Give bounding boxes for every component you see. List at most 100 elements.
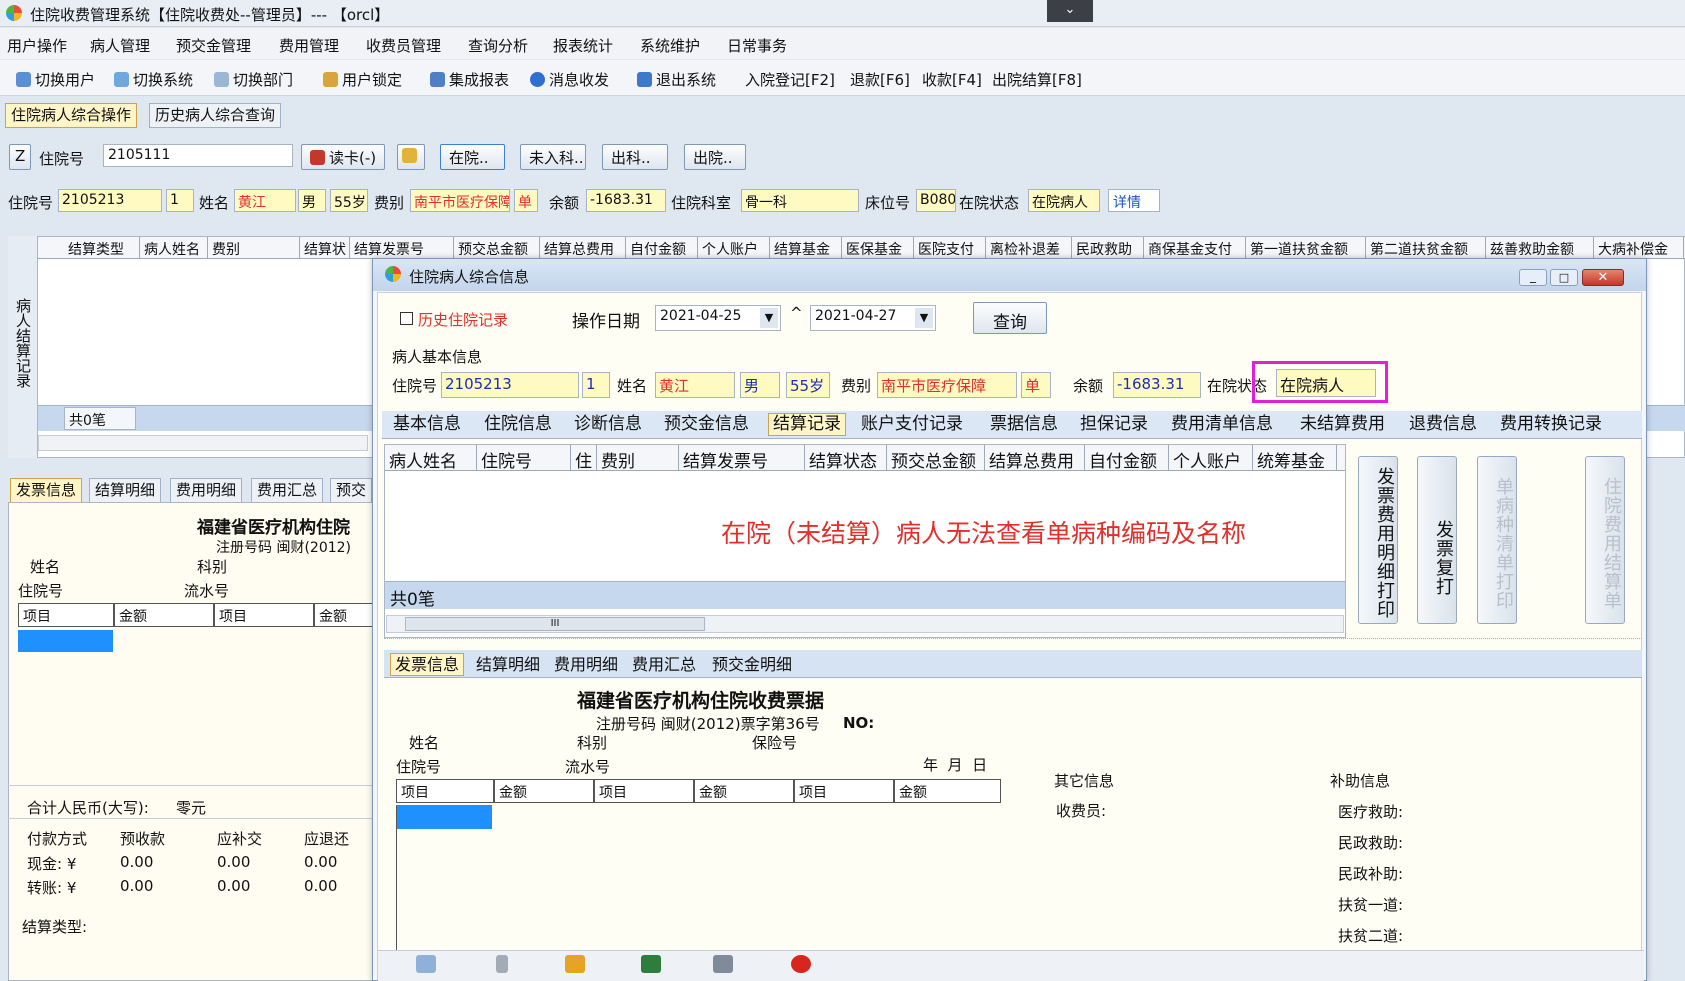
col-header[interactable]: 商保基金支付 [1144,237,1246,258]
inpatient-no-input[interactable]: 2105111 [103,144,293,167]
dlg-tab-fee-summary[interactable]: 费用汇总 [628,654,700,675]
undo-icon[interactable] [565,955,585,973]
menu-item[interactable]: 预交金管理 [176,35,251,56]
menu-item[interactable]: 收费员管理 [366,35,441,56]
tab-diagnosis[interactable]: 诊断信息 [570,414,646,435]
list-icon[interactable] [416,955,436,973]
col-header[interactable]: 结算总费用 [985,445,1085,470]
tab-receipt[interactable]: 票据信息 [986,414,1062,435]
maximize-icon[interactable]: □ [1550,269,1578,286]
history-label[interactable]: 历史住院记录 [418,309,508,330]
col-header[interactable]: 自付金额 [626,237,698,258]
tab-refund-info[interactable]: 退费信息 [1405,414,1481,435]
col-header[interactable]: 住 [571,445,597,470]
settlement-sheet-button[interactable]: 住院费用结算单 [1585,456,1625,624]
tab-fee-list[interactable]: 费用清单信息 [1167,414,1277,435]
left-selected-cell[interactable] [18,630,113,652]
col-header[interactable]: 结算类型 [38,237,140,258]
wand-button[interactable] [397,144,425,170]
dlg-tab-invoice[interactable]: 发票信息 [390,653,465,676]
dialog-hscroll[interactable]: III [386,615,1344,633]
read-card-button[interactable]: 读卡(-) [301,144,386,170]
date-to-picker[interactable]: 2021-04-27 ▼ [810,305,936,331]
tab-account-pay[interactable]: 账户支付记录 [857,414,967,435]
menu-item[interactable]: 日常事务 [727,35,787,56]
lock-user-button[interactable]: 用户锁定 [323,69,402,90]
close-icon[interactable]: ✕ [1582,269,1624,286]
admission-button[interactable]: 入院登记[F2] [745,69,835,90]
dlg-tab-settle-detail[interactable]: 结算明细 [472,654,544,675]
tab-inpatient-ops[interactable]: 住院病人综合操作 [5,103,138,128]
col-header[interactable]: 结算基金 [770,237,842,258]
exit-button[interactable]: 退出系统 [637,69,716,90]
left-tab-fee-detail[interactable]: 费用明细 [170,478,243,503]
collect-button[interactable]: 收款[F4] [922,69,982,90]
col-header[interactable]: 住院号 [477,445,571,470]
col-header[interactable]: 医院支付 [914,237,986,258]
col-header[interactable]: 第二道扶贫金额 [1366,237,1486,258]
left-tab-settle-detail[interactable]: 结算明细 [89,478,162,503]
details-link[interactable]: 详情 [1108,189,1160,212]
left-tab-fee-summary[interactable]: 费用汇总 [251,478,324,503]
tab-settlement[interactable]: 结算记录 [768,413,846,436]
print-icon[interactable] [713,955,733,973]
excel-icon[interactable] [641,955,661,973]
menu-item[interactable]: 系统维护 [640,35,700,56]
refund-button[interactable]: 退款[F6] [850,69,910,90]
col-header[interactable]: 预交总金额 [887,445,985,470]
print-invoice-fee-detail-button[interactable]: 发票费用明细打印 [1358,456,1398,624]
col-header[interactable]: 个人账户 [1169,445,1253,470]
switch-dept-button[interactable]: 切换部门 [214,69,293,90]
horizontal-scrollbar[interactable] [38,435,368,451]
chevron-down-icon[interactable]: ▼ [760,308,778,328]
tab-guarantee[interactable]: 担保记录 [1076,414,1152,435]
dlg-tab-fee-detail[interactable]: 费用明细 [550,654,622,675]
tab-basic-info[interactable]: 基本信息 [389,414,465,435]
col-header[interactable]: 大病补偿金 [1594,237,1684,258]
chevron-down-icon[interactable]: ⌄ [1047,0,1093,22]
col-header[interactable]: 结算发票号 [679,445,805,470]
hourglass-icon[interactable] [496,955,508,973]
tab-history-query[interactable]: 历史病人综合查询 [149,103,282,128]
splitter[interactable] [384,638,1642,644]
minimize-icon[interactable]: _ [1519,269,1547,286]
col-header[interactable]: 民政救助 [1072,237,1144,258]
col-header[interactable]: 费别 [208,237,300,258]
messages-button[interactable]: 消息收发 [530,69,609,90]
leave-dept-button[interactable]: 出科.. [602,144,668,170]
history-checkbox[interactable] [400,312,413,325]
dlg-tab-prepay-detail[interactable]: 预交金明细 [708,654,796,675]
switch-system-button[interactable]: 切换系统 [114,69,193,90]
menu-item[interactable]: 报表统计 [553,35,613,56]
tab-fee-convert[interactable]: 费用转换记录 [1496,414,1606,435]
col-header[interactable]: 结算状 [300,237,350,258]
menu-item[interactable]: 费用管理 [279,35,339,56]
discharge-settle-button[interactable]: 出院结算[F8] [992,69,1082,90]
tab-inpatient-info[interactable]: 住院信息 [480,414,556,435]
menu-item[interactable]: 查询分析 [468,35,528,56]
switch-user-button[interactable]: 切换用户 [16,69,95,90]
col-header[interactable]: 预交总金额 [454,237,540,258]
reports-button[interactable]: 集成报表 [430,69,509,90]
inhosp-button[interactable]: 在院.. [440,144,505,170]
discharge-button[interactable]: 出院.. [684,144,746,170]
query-button[interactable]: 查询 [973,302,1047,334]
col-header[interactable]: 自付金额 [1085,445,1169,470]
left-tab-invoice[interactable]: 发票信息 [10,478,83,503]
single-disease-print-button[interactable]: 单病种清单打印 [1477,456,1517,624]
col-header[interactable]: 病人姓名 [140,237,208,258]
scroll-thumb[interactable]: III [405,617,705,631]
not-admitted-button[interactable]: 未入科.. [520,144,586,170]
tab-prepay[interactable]: 预交金信息 [660,414,753,435]
col-header[interactable]: 离检补退差 [986,237,1072,258]
tab-unsettled[interactable]: 未结算费用 [1296,414,1389,435]
col-header[interactable]: 医保基金 [842,237,914,258]
col-header[interactable]: 个人账户 [698,237,770,258]
menu-item[interactable]: 病人管理 [90,35,150,56]
date-from-picker[interactable]: 2021-04-25 ▼ [655,305,781,331]
col-header[interactable]: 结算状态 [805,445,887,470]
col-header[interactable]: 统筹基金 [1253,445,1337,470]
z-button[interactable]: Z [9,144,32,170]
left-tab-prepay[interactable]: 预交 [330,478,373,503]
invoice-selected-cell[interactable] [396,805,492,829]
